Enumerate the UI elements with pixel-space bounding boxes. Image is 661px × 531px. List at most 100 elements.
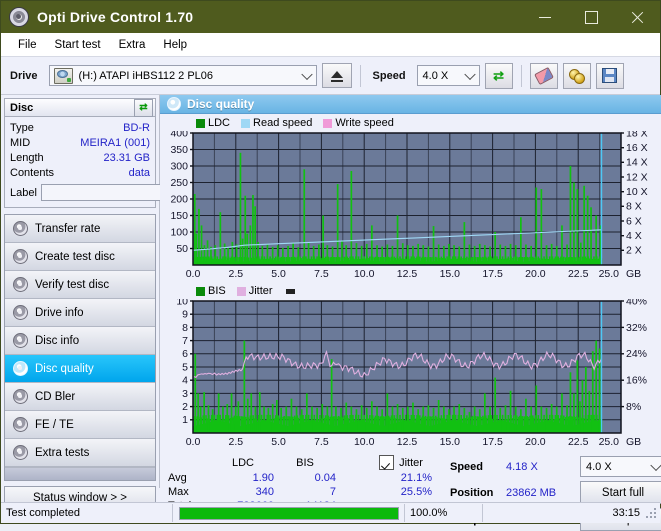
- sidebar-item-disc-info[interactable]: Disc info: [5, 327, 155, 355]
- sidebar-item-extra-tests[interactable]: Extra tests: [5, 439, 155, 467]
- eject-button[interactable]: [321, 63, 352, 88]
- speed-select[interactable]: 4.0 X: [416, 65, 480, 86]
- sidebar-item-label: Verify test disc: [35, 278, 110, 291]
- test-speed-value: 4.0 X: [586, 460, 612, 473]
- disc-type-value: BD-R: [123, 121, 150, 134]
- disc-icon: [13, 361, 28, 376]
- svg-text:300: 300: [170, 160, 188, 172]
- speed-readout-label: Speed: [450, 460, 484, 473]
- maximize-icon: [584, 10, 598, 24]
- svg-text:20.0: 20.0: [525, 436, 546, 448]
- sidebar-item-create-test-disc[interactable]: Create test disc: [5, 243, 155, 271]
- svg-text:7.5: 7.5: [314, 436, 329, 448]
- svg-text:16%: 16%: [626, 375, 647, 387]
- menu-start-test[interactable]: Start test: [46, 36, 110, 54]
- save-button[interactable]: [595, 62, 624, 89]
- svg-text:15.0: 15.0: [440, 268, 461, 280]
- main-panel: Disc quality LDC Read speed Write speed …: [160, 95, 661, 531]
- coins-icon: [569, 69, 586, 84]
- svg-text:4 X: 4 X: [626, 230, 642, 242]
- minimize-button[interactable]: [522, 1, 568, 33]
- disc-label-caption: Label: [10, 186, 37, 199]
- refresh-button[interactable]: ⇄: [484, 62, 513, 89]
- legend-marker-icon: [285, 288, 295, 294]
- svg-text:32%: 32%: [626, 322, 647, 334]
- svg-text:2.5: 2.5: [228, 268, 243, 280]
- jitter-toggle[interactable]: Jitter: [370, 455, 432, 470]
- coins-button[interactable]: [562, 62, 591, 89]
- svg-text:250: 250: [170, 177, 188, 189]
- svg-text:10.0: 10.0: [354, 268, 375, 280]
- test-speed-select[interactable]: 4.0 X: [580, 456, 661, 477]
- svg-text:9: 9: [182, 309, 188, 321]
- sidebar: Disc ⇄ Type BD-R MID MEIRA1 (001) Length…: [1, 95, 245, 510]
- maximize-button[interactable]: [568, 1, 614, 33]
- eraser-icon: [533, 66, 554, 85]
- sidebar-item-verify-test-disc[interactable]: Verify test disc: [5, 271, 155, 299]
- erase-button[interactable]: [529, 62, 558, 89]
- stats-row-avg-label: Avg: [168, 472, 187, 484]
- svg-text:100: 100: [170, 226, 188, 238]
- toolbar-divider-1: [359, 64, 361, 87]
- svg-text:0.0: 0.0: [186, 436, 201, 448]
- stats-header-ldc: LDC: [231, 456, 254, 469]
- disc-mid-value: MEIRA1 (001): [80, 136, 150, 149]
- stats-row-max-label: Max: [168, 486, 189, 498]
- svg-text:17.5: 17.5: [482, 436, 503, 448]
- legend-label: BIS: [208, 285, 226, 297]
- elapsed-time: 33:15: [612, 507, 640, 519]
- svg-text:1: 1: [182, 414, 188, 426]
- sidebar-item-transfer-rate[interactable]: Transfer rate: [5, 215, 155, 243]
- speed-label: Speed: [372, 69, 406, 82]
- jitter-checkbox[interactable]: [379, 455, 395, 470]
- stats-max-bis: 7: [329, 486, 336, 498]
- drive-select[interactable]: (H:) ATAPI iHBS112 2 PL06: [48, 65, 317, 86]
- eject-icon: [330, 71, 343, 78]
- eject-bar-icon: [330, 80, 343, 82]
- svg-text:16 X: 16 X: [626, 142, 648, 154]
- svg-text:8 X: 8 X: [626, 201, 642, 213]
- save-icon: [602, 68, 618, 83]
- disc-refresh-button[interactable]: ⇄: [134, 98, 153, 117]
- menu-extra[interactable]: Extra: [110, 36, 155, 54]
- ldc-chart-svg: 50 100 150 200 250 300 350 400 2 X 4 X 6 X 8 X 10 X 1…: [170, 131, 648, 280]
- menu-help[interactable]: Help: [154, 36, 196, 54]
- title-bar: Opti Drive Control 1.70: [1, 1, 660, 33]
- nav-spacer: [5, 467, 155, 480]
- disc-icon: [13, 305, 28, 320]
- disc-length-value: 23.31 GB: [103, 151, 150, 164]
- svg-text:200: 200: [170, 193, 188, 205]
- svg-text:6: 6: [182, 348, 188, 360]
- svg-text:350: 350: [170, 144, 188, 156]
- bis-jitter-chart: 1 2 3 4 5 6 7 8 9 10 8% 16% 24% 32% 40% 0.0 2.5 5.0 7.5 10.…: [160, 299, 661, 449]
- speed-select-value: 4.0 X: [422, 69, 449, 82]
- legend-jitter: Jitter: [236, 285, 273, 297]
- stats-avg-jitter: 21.1%: [400, 472, 432, 484]
- disc-row-contents: Contents data: [10, 165, 150, 180]
- drive-select-value: (H:) ATAPI iHBS112 2 PL06: [78, 69, 214, 82]
- stats-max-jitter: 25.5%: [400, 486, 432, 498]
- sidebar-item-cd-bler[interactable]: CD Bler: [5, 383, 155, 411]
- legend-read-speed: Read speed: [241, 117, 312, 129]
- svg-text:2 X: 2 X: [626, 245, 642, 257]
- legend-swatch: [236, 286, 246, 296]
- sidebar-item-drive-info[interactable]: Drive info: [5, 299, 155, 327]
- legend-bis: BIS: [196, 285, 226, 297]
- sidebar-item-disc-quality[interactable]: Disc quality: [5, 355, 155, 383]
- progress-fill: [179, 507, 398, 519]
- svg-text:7: 7: [182, 335, 188, 347]
- disc-icon: [13, 221, 28, 236]
- app-disc-icon: [9, 7, 29, 27]
- disc-type-label: Type: [10, 121, 34, 134]
- legend-label: Write speed: [335, 117, 394, 129]
- position-value: 23862 MB: [506, 486, 557, 499]
- start-full-button[interactable]: Start full: [580, 481, 661, 504]
- menu-file[interactable]: File: [9, 36, 46, 54]
- resize-grip-icon[interactable]: [645, 507, 657, 519]
- sidebar-item-fe-te[interactable]: FE / TE: [5, 411, 155, 439]
- nav-list: Transfer rate Create test disc Verify te…: [4, 214, 156, 481]
- close-button[interactable]: [614, 1, 660, 33]
- svg-text:10 X: 10 X: [626, 186, 648, 198]
- progress-bar: [178, 506, 399, 520]
- disc-icon: [13, 417, 28, 432]
